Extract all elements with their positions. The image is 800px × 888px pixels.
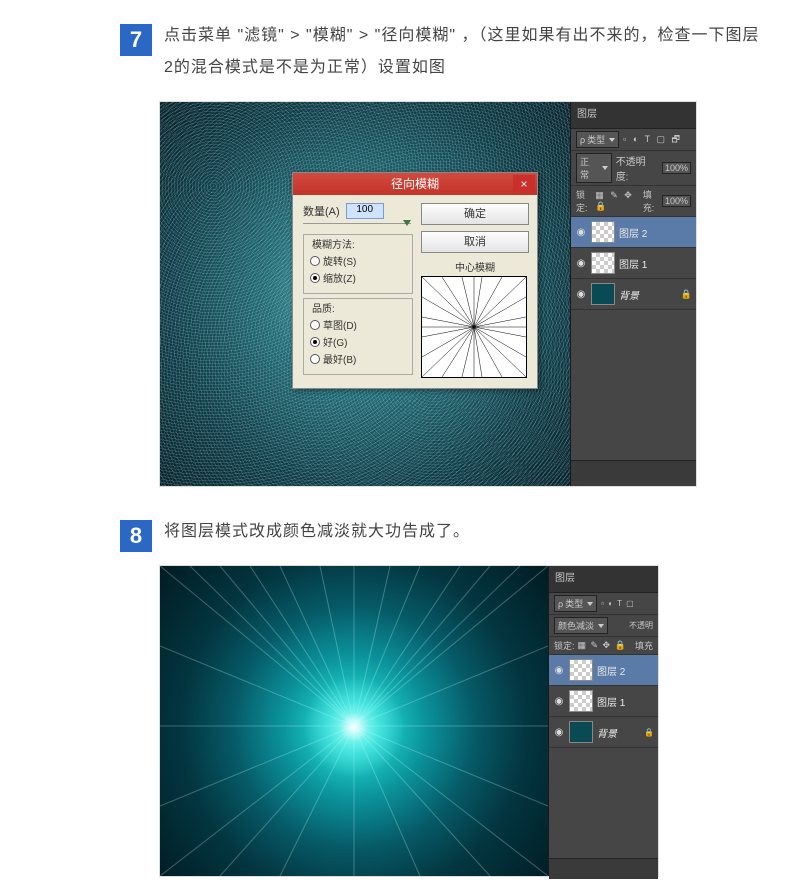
layer-row-background[interactable]: ◉ 背景 🔒	[571, 279, 696, 310]
dialog-title: 径向模糊 ×	[293, 173, 537, 195]
blur-center-preview[interactable]	[421, 276, 527, 378]
step-number-7: 7	[120, 24, 152, 56]
layer-name: 背景	[619, 287, 639, 302]
visibility-icon[interactable]: ◉	[553, 665, 565, 676]
lock-label: 锁定:	[554, 639, 575, 652]
step-text-7: 点击菜单 "滤镜" > "模糊" > "径向模糊" ，（这里如果有出不来的，检查…	[164, 20, 760, 84]
layers-panel-7: 图层 ρ类型 ▫ ◐ T ▢ 🗗 正常 不透明度: 100% 锁定: ▦ ✎ ✥…	[570, 102, 696, 486]
filter-icons: ▫ ◐ T ▢	[601, 599, 635, 608]
cancel-button[interactable]: 取消	[421, 231, 529, 253]
quality-title: 品质:	[310, 300, 337, 315]
opacity-label: 不透明度:	[616, 153, 658, 183]
layer-thumbnail	[569, 690, 593, 712]
preview-label: 中心模糊	[421, 259, 529, 274]
quality-good-radio[interactable]: 好(G)	[310, 334, 406, 349]
layers-panel-8: 图层 ρ类型 ▫ ◐ T ▢ 颜色减淡 不透明 锁定: ▦ ✎ ✥ 🔒 填充 ◉…	[548, 566, 658, 876]
quality-best-radio[interactable]: 最好(B)	[310, 351, 406, 366]
center-glow	[160, 566, 548, 876]
lock-icons[interactable]: ▦ ✎ ✥ 🔒	[578, 640, 627, 651]
panel-bottom-bar	[549, 858, 658, 879]
blend-mode-dropdown[interactable]: 正常	[576, 153, 612, 183]
fill-value[interactable]: 100%	[662, 195, 691, 207]
quality-group: 品质: 草图(D) 好(G) 最好(B)	[303, 298, 413, 375]
blend-mode-dropdown[interactable]: 颜色减淡	[554, 617, 608, 634]
screenshot-8: 图层 ρ类型 ▫ ◐ T ▢ 颜色减淡 不透明 锁定: ▦ ✎ ✥ 🔒 填充 ◉…	[160, 566, 658, 876]
fill-label: 填充	[635, 639, 653, 652]
layer-thumbnail	[591, 283, 615, 305]
step-8: 8 将图层模式改成颜色减淡就大功告成了。	[0, 496, 800, 558]
layer-name: 图层 1	[619, 256, 647, 271]
ok-button[interactable]: 确定	[421, 203, 529, 225]
visibility-icon[interactable]: ◉	[553, 696, 565, 707]
blur-method-title: 模糊方法:	[310, 236, 357, 251]
visibility-icon[interactable]: ◉	[575, 289, 587, 300]
lock-icon: 🔒	[681, 289, 692, 300]
screenshot-7: 径向模糊 × 数量(A) 100 模糊方法: 旋转(S) 缩放(Z)	[160, 102, 696, 486]
layer-name: 图层 1	[597, 694, 625, 709]
filter-kind-dropdown[interactable]: ρ类型	[554, 595, 597, 612]
opacity-value[interactable]: 100%	[662, 162, 691, 174]
panel-bottom-bar	[571, 460, 696, 481]
layer-row-layer1[interactable]: ◉ 图层 1	[549, 686, 658, 717]
layer-row-layer2[interactable]: ◉ 图层 2	[549, 655, 658, 686]
layer-name: 图层 2	[619, 225, 647, 240]
lock-icons[interactable]: ▦ ✎ ✥ 🔒	[595, 190, 640, 212]
filter-icons: ▫ ◐ T ▢ 🗗	[623, 132, 682, 148]
layer-row-layer1[interactable]: ◉ 图层 1	[571, 248, 696, 279]
lock-icon: 🔒	[644, 728, 654, 737]
amount-label: 数量(A)	[303, 203, 340, 219]
layer-thumbnail	[591, 221, 615, 243]
quality-draft-radio[interactable]: 草图(D)	[310, 317, 406, 332]
visibility-icon[interactable]: ◉	[575, 258, 587, 269]
layer-name: 背景	[597, 725, 617, 740]
blur-method-group: 模糊方法: 旋转(S) 缩放(Z)	[303, 234, 413, 294]
canvas-rays	[160, 566, 548, 876]
step-7: 7 点击菜单 "滤镜" > "模糊" > "径向模糊" ，（这里如果有出不来的，…	[0, 0, 800, 94]
filter-kind-dropdown[interactable]: ρ类型	[576, 131, 619, 148]
opacity-label: 不透明	[629, 620, 653, 631]
fill-label: 填充:	[643, 188, 659, 214]
layer-thumbnail	[569, 659, 593, 681]
amount-input[interactable]: 100	[346, 203, 384, 219]
lock-label: 锁定:	[576, 188, 592, 214]
layer-row-layer2[interactable]: ◉ 图层 2	[571, 217, 696, 248]
step-number-8: 8	[120, 520, 152, 552]
layer-thumbnail	[591, 252, 615, 274]
method-zoom-radio[interactable]: 缩放(Z)	[310, 270, 406, 285]
layer-row-background[interactable]: ◉ 背景 🔒	[549, 717, 658, 748]
panel-tab-layers[interactable]: 图层	[549, 566, 658, 593]
layer-thumbnail	[569, 721, 593, 743]
dialog-title-text: 径向模糊	[391, 177, 439, 191]
visibility-icon[interactable]: ◉	[575, 227, 587, 238]
amount-slider[interactable]	[303, 223, 411, 224]
close-icon[interactable]: ×	[513, 175, 535, 193]
visibility-icon[interactable]: ◉	[553, 727, 565, 738]
panel-tab-layers[interactable]: 图层	[571, 102, 696, 129]
step-text-8: 将图层模式改成颜色减淡就大功告成了。	[164, 516, 760, 548]
method-spin-radio[interactable]: 旋转(S)	[310, 253, 406, 268]
layer-name: 图层 2	[597, 663, 625, 678]
radial-blur-dialog: 径向模糊 × 数量(A) 100 模糊方法: 旋转(S) 缩放(Z)	[292, 172, 538, 389]
canvas-noise: 径向模糊 × 数量(A) 100 模糊方法: 旋转(S) 缩放(Z)	[160, 102, 570, 486]
